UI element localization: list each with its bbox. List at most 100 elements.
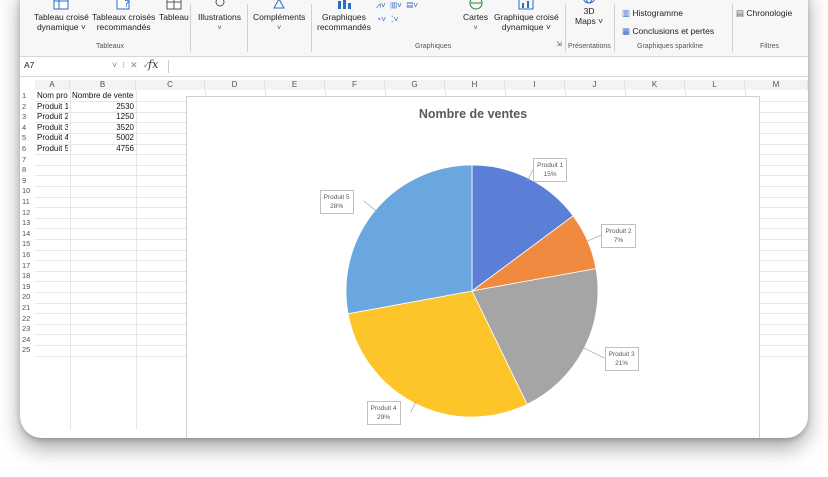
row-header-6[interactable]: 6 — [20, 144, 37, 155]
column-header-J[interactable]: J — [565, 80, 625, 90]
formula-input[interactable] — [168, 60, 805, 73]
table-cell[interactable]: 3520 — [72, 123, 134, 134]
sparkline-winloss-button[interactable]: ▦ Conclusions et pertes — [622, 26, 714, 36]
column-header-G[interactable]: G — [385, 80, 445, 90]
column-header-A[interactable]: A — [35, 80, 70, 90]
table-cell[interactable]: Produit 3 — [37, 123, 68, 134]
group-tableaux-label: Tableaux — [96, 43, 125, 50]
row-header-15[interactable]: 15 — [20, 239, 37, 250]
row-header-17[interactable]: 17 — [20, 261, 37, 272]
maps-button[interactable]: Cartes ˅ — [463, 0, 488, 34]
row-header-14[interactable]: 14 — [20, 229, 37, 240]
more-options-icon[interactable]: ⁝ — [122, 60, 125, 70]
sparkline-histogram-button[interactable]: ▥ Histogramme — [622, 8, 683, 18]
column-header-L[interactable]: L — [685, 80, 745, 90]
row-header-7[interactable]: 7 — [20, 155, 37, 166]
row-header-10[interactable]: 10 — [20, 186, 37, 197]
pie-chart[interactable]: Nombre de ventes Produit 1 15% Produit 2 7%… — [186, 96, 760, 438]
column-header-H[interactable]: H — [445, 80, 505, 90]
table-button[interactable]: Tableau — [159, 0, 189, 22]
column-header-E[interactable]: E — [265, 80, 325, 90]
addins-icon — [273, 0, 286, 9]
table-cell[interactable]: Nombre de ventes — [72, 91, 134, 102]
illustrations-button[interactable]: Illustrations ˅ — [198, 0, 241, 34]
row-header-9[interactable]: 9 — [20, 176, 37, 187]
row-header-16[interactable]: 16 — [20, 250, 37, 261]
timeline-icon: ▤ — [736, 8, 745, 18]
table-cell[interactable]: Nom produit — [37, 91, 68, 102]
column-header-K[interactable]: K — [625, 80, 685, 90]
leader-line — [581, 346, 605, 359]
table-cell[interactable]: Produit 4 — [37, 133, 68, 144]
row-header-23[interactable]: 23 — [20, 324, 37, 335]
column-header-D[interactable]: D — [205, 80, 265, 90]
winloss-icon: ▦ — [622, 26, 631, 36]
ribbon-insert-tab: Tableau croisé dynamique ˅ ? Tableaux cr… — [20, 0, 808, 57]
row-header-18[interactable]: 18 — [20, 271, 37, 282]
recommended-pivot-button[interactable]: ? Tableaux croisés recommandés — [92, 0, 155, 32]
row-header-20[interactable]: 20 — [20, 292, 37, 303]
row-header-5[interactable]: 5 — [20, 133, 37, 144]
table-cell[interactable]: 1250 — [72, 112, 134, 123]
recommended-charts-button[interactable]: Graphiques recommandés — [317, 0, 371, 32]
3d-maps-button[interactable]: 3D Maps ˅ — [575, 0, 603, 26]
recommended-pivot-label-2: recommandés — [96, 22, 151, 32]
column-header-F[interactable]: F — [325, 80, 385, 90]
row-header-11[interactable]: 11 — [20, 197, 37, 208]
column-header-C[interactable]: C — [136, 80, 205, 90]
column-header-I[interactable]: I — [505, 80, 565, 90]
row-header-25[interactable]: 25 — [20, 345, 37, 356]
table-cell[interactable]: 2530 — [72, 102, 134, 113]
table-cell[interactable]: 5002 — [72, 133, 134, 144]
pie-chart-icon[interactable]: ◔˅ — [376, 14, 386, 24]
row-header-22[interactable]: 22 — [20, 314, 37, 325]
timeline-label: Chronologie — [746, 8, 793, 18]
data-label-4[interactable]: Produit 4 29% — [366, 401, 401, 426]
row-header-2[interactable]: 2 — [20, 102, 37, 113]
chevron-down-icon[interactable]: ˅ — [112, 60, 117, 70]
chart-type-gallery[interactable]: ⩘˅ ▥˅ ▤˅ ◔˅ ⁚˅ — [376, 0, 418, 26]
pie-chart-plot[interactable] — [187, 97, 759, 438]
bar-chart-icon[interactable]: ▥˅ — [391, 0, 402, 10]
hierarchy-chart-icon[interactable]: ▤˅ — [407, 0, 418, 10]
histogram-label: Histogramme — [632, 8, 683, 18]
pivot-table-button[interactable]: Tableau croisé dynamique ˅ — [34, 0, 89, 32]
row-header-21[interactable]: 21 — [20, 303, 37, 314]
data-label-3[interactable]: Produit 3 21% — [604, 347, 639, 372]
illustrations-label: Illustrations — [198, 12, 241, 22]
insert-function-icon[interactable]: fx — [148, 58, 158, 71]
excel-window: Tableau croisé dynamique ˅ ? Tableaux cr… — [20, 0, 808, 438]
table-cell[interactable]: Produit 5 — [37, 144, 68, 155]
timeline-button[interactable]: ▤ Chronologie — [736, 8, 792, 18]
line-chart-icon[interactable]: ⩘˅ — [376, 0, 386, 10]
name-box[interactable]: A7 — [24, 60, 104, 73]
data-label-5[interactable]: Produit 5 28% — [319, 189, 354, 214]
formula-controls: ˅ ⁝ ✕ ✓ — [112, 60, 150, 71]
table-cell[interactable]: Produit 2 — [37, 112, 68, 123]
data-label-category: Produit 1 — [537, 162, 564, 170]
row-header-8[interactable]: 8 — [20, 165, 37, 176]
table-cell[interactable]: Produit 1 — [37, 102, 68, 113]
scatter-chart-icon[interactable]: ⁚˅ — [391, 14, 399, 24]
table-cell[interactable]: 4756 — [72, 144, 134, 155]
pivot-table-label: Tableau croisé — [34, 12, 89, 22]
data-label-percent: 29% — [377, 414, 391, 422]
cancel-icon[interactable]: ✕ — [130, 60, 138, 70]
row-header-3[interactable]: 3 — [20, 112, 37, 123]
row-header-1[interactable]: 1 — [20, 91, 37, 102]
row-header-4[interactable]: 4 — [20, 123, 37, 134]
pivot-chart-button[interactable]: Graphique croisé dynamique ˅ — [494, 0, 559, 32]
row-header-19[interactable]: 19 — [20, 282, 37, 293]
ribbon-separator — [190, 4, 191, 52]
data-label-1[interactable]: Produit 1 15% — [533, 158, 568, 183]
addins-button[interactable]: Compléments ˅ — [253, 0, 305, 34]
pie-slice-5[interactable] — [345, 164, 473, 315]
dialog-launcher-icon[interactable]: ⇲ — [556, 40, 562, 50]
row-header-13[interactable]: 13 — [20, 218, 37, 229]
row-header-12[interactable]: 12 — [20, 208, 37, 219]
column-header-B[interactable]: B — [70, 80, 136, 90]
row-header-24[interactable]: 24 — [20, 335, 37, 346]
data-label-2[interactable]: Produit 2 7% — [601, 223, 636, 248]
group-presentations-label: Présentations — [568, 43, 611, 50]
column-header-M[interactable]: M — [745, 80, 808, 90]
